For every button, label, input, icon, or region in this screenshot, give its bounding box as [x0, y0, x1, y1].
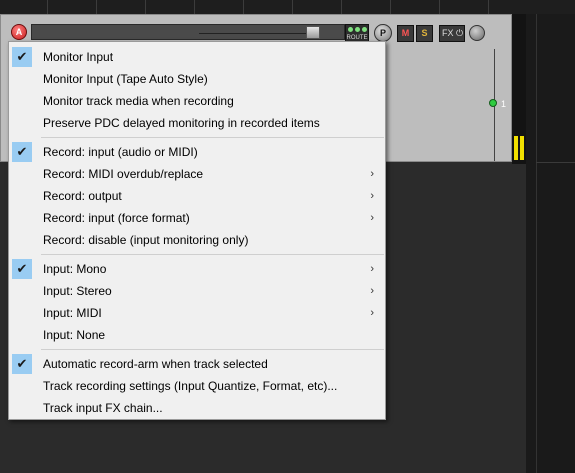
ruler-tick — [488, 0, 489, 14]
arrange-area[interactable] — [526, 14, 575, 473]
ruler-tick — [194, 0, 195, 14]
solo-button[interactable]: S — [416, 25, 433, 42]
track-meter — [512, 14, 526, 164]
checkmark-icon: ✔ — [12, 47, 32, 67]
ruler-tick — [292, 0, 293, 14]
menu-item-input-mono[interactable]: ✔ Input: Mono › — [9, 258, 385, 280]
menu-item-input-midi[interactable]: Input: MIDI › — [9, 302, 385, 324]
record-context-menu: ✔ Monitor Input Monitor Input (Tape Auto… — [8, 41, 386, 420]
pan-knob[interactable]: P — [374, 24, 392, 42]
ruler-tick — [390, 0, 391, 14]
meter-bar-right — [520, 136, 524, 160]
submenu-arrow-icon: › — [370, 168, 374, 180]
menu-item-record-input[interactable]: ✔ Record: input (audio or MIDI) — [9, 141, 385, 163]
timeline-ruler — [0, 0, 575, 14]
menu-item-label: Preserve PDC delayed monitoring in recor… — [43, 116, 320, 130]
menu-item-record-force-format[interactable]: Record: input (force format) › — [9, 207, 385, 229]
fx-button[interactable]: FX ⏻ — [439, 25, 465, 42]
checkmark-icon: ✔ — [12, 354, 32, 374]
menu-item-label: Input: None — [43, 328, 106, 342]
menu-item-label: Monitor Input (Tape Auto Style) — [43, 72, 208, 86]
ruler-tick — [96, 0, 97, 14]
menu-item-recording-settings[interactable]: Track recording settings (Input Quantize… — [9, 375, 385, 397]
grid-line — [536, 14, 537, 473]
menu-item-input-none[interactable]: Input: None — [9, 324, 385, 346]
menu-item-label: Monitor Input — [43, 50, 114, 64]
checkmark-icon: ✔ — [12, 259, 32, 279]
submenu-arrow-icon: › — [370, 307, 374, 319]
record-arm-button[interactable]: A — [11, 24, 27, 40]
ruler-tick — [341, 0, 342, 14]
menu-item-input-stereo[interactable]: Input: Stereo › — [9, 280, 385, 302]
menu-item-monitor-input[interactable]: ✔ Monitor Input — [9, 46, 385, 68]
volume-slider-thumb[interactable] — [306, 26, 320, 39]
menu-item-preserve-pdc[interactable]: Preserve PDC delayed monitoring in recor… — [9, 112, 385, 134]
submenu-arrow-icon: › — [370, 212, 374, 224]
mute-button[interactable]: M — [397, 25, 414, 42]
menu-item-label: Record: MIDI overdub/replace — [43, 167, 204, 181]
meter-bar-left — [514, 136, 518, 160]
ruler-tick — [439, 0, 440, 14]
menu-item-record-output[interactable]: Record: output › — [9, 185, 385, 207]
track-number: 1 — [501, 99, 507, 109]
envelope-button[interactable] — [469, 25, 485, 41]
menu-item-label: Input: Stereo — [43, 284, 112, 298]
submenu-arrow-icon: › — [370, 190, 374, 202]
checkmark-icon: ✔ — [12, 142, 32, 162]
menu-item-label: Record: input (audio or MIDI) — [43, 145, 198, 159]
menu-item-monitor-input-tape[interactable]: Monitor Input (Tape Auto Style) — [9, 68, 385, 90]
menu-item-label: Record: disable (input monitoring only) — [43, 233, 249, 247]
menu-item-label: Track input FX chain... — [43, 401, 163, 415]
envelope-point[interactable] — [489, 99, 497, 107]
menu-item-record-midi-overdub[interactable]: Record: MIDI overdub/replace › — [9, 163, 385, 185]
menu-item-label: Input: MIDI — [43, 306, 102, 320]
menu-separator — [41, 137, 384, 138]
submenu-arrow-icon: › — [370, 263, 374, 275]
menu-item-auto-record-arm[interactable]: ✔ Automatic record-arm when track select… — [9, 353, 385, 375]
menu-item-label: Record: input (force format) — [43, 211, 190, 225]
track-divider — [536, 162, 575, 163]
volume-slider-track[interactable] — [199, 33, 319, 34]
menu-separator — [41, 349, 384, 350]
submenu-arrow-icon: › — [370, 285, 374, 297]
track-name-field[interactable] — [31, 24, 345, 40]
ruler-tick — [243, 0, 244, 14]
menu-item-monitor-media[interactable]: Monitor track media when recording — [9, 90, 385, 112]
ruler-tick — [47, 0, 48, 14]
menu-item-label: Track recording settings (Input Quantize… — [43, 379, 338, 393]
menu-item-label: Monitor track media when recording — [43, 94, 234, 108]
menu-item-label: Automatic record-arm when track selected — [43, 357, 268, 371]
ruler-tick — [145, 0, 146, 14]
menu-item-label: Record: output — [43, 189, 122, 203]
menu-item-record-disable[interactable]: Record: disable (input monitoring only) — [9, 229, 385, 251]
route-icon — [346, 27, 368, 32]
menu-separator — [41, 254, 384, 255]
menu-item-input-fx-chain[interactable]: Track input FX chain... — [9, 397, 385, 419]
menu-item-label: Input: Mono — [43, 262, 107, 276]
